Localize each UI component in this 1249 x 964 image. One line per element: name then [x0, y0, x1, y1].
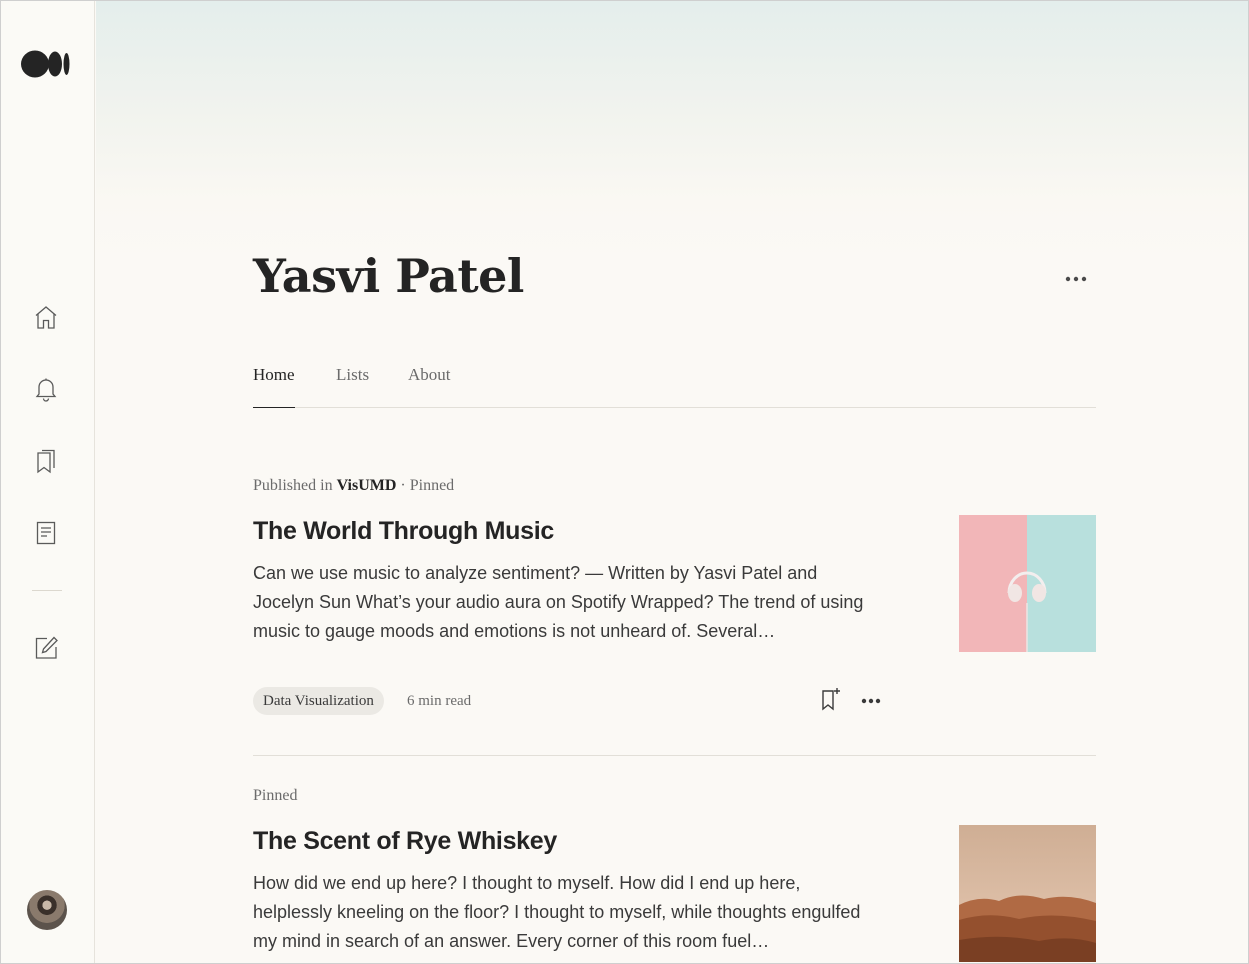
post-meta: Published in VisUMD · Pinned	[253, 477, 1096, 495]
sidebar-divider	[32, 590, 62, 591]
publication-link[interactable]: VisUMD	[337, 477, 397, 494]
tab-lists[interactable]: Lists	[336, 363, 369, 408]
post-thumbnail[interactable]	[959, 515, 1096, 652]
post-excerpt[interactable]: Can we use music to analyze sentiment? —…	[253, 559, 878, 646]
post-thumbnail[interactable]	[959, 825, 1096, 962]
post-excerpt[interactable]: How did we end up here? I thought to mys…	[253, 869, 878, 956]
post-divider	[253, 755, 1096, 756]
profile-more-icon[interactable]	[1064, 269, 1088, 289]
post-more-icon[interactable]	[859, 689, 883, 713]
avatar[interactable]	[27, 890, 67, 930]
tab-home[interactable]: Home	[253, 363, 295, 408]
post-meta-prefix: Published in	[253, 477, 333, 494]
save-bookmark-icon[interactable]	[819, 687, 843, 711]
pinned-label: Pinned	[253, 787, 298, 804]
post-card: Published in VisUMD · Pinned The World T…	[253, 477, 1096, 717]
topic-tag[interactable]: Data Visualization	[253, 687, 384, 715]
post-meta: Pinned	[253, 787, 1096, 805]
app-window: Yasvi Patel Home Lists About Published i…	[0, 0, 1249, 964]
bookmarks-icon[interactable]	[32, 447, 60, 475]
stories-icon[interactable]	[32, 519, 60, 547]
medium-logo-icon[interactable]	[21, 50, 71, 78]
read-time: 6 min read	[407, 693, 472, 709]
tab-about[interactable]: About	[408, 363, 451, 408]
profile-name: Yasvi Patel	[253, 249, 524, 303]
profile-tabs: Home Lists About	[253, 363, 1096, 408]
post-title[interactable]: The Scent of Rye Whiskey	[253, 827, 557, 856]
sidebar	[1, 1, 95, 963]
home-icon[interactable]	[32, 303, 60, 331]
pinned-label: · Pinned	[400, 477, 455, 494]
profile-main: Yasvi Patel Home Lists About Published i…	[96, 1, 1248, 963]
bell-icon[interactable]	[32, 375, 60, 403]
post-title[interactable]: The World Through Music	[253, 517, 554, 546]
post-card: Pinned The Scent of Rye Whiskey How did …	[253, 787, 1096, 963]
write-icon[interactable]	[32, 634, 60, 662]
